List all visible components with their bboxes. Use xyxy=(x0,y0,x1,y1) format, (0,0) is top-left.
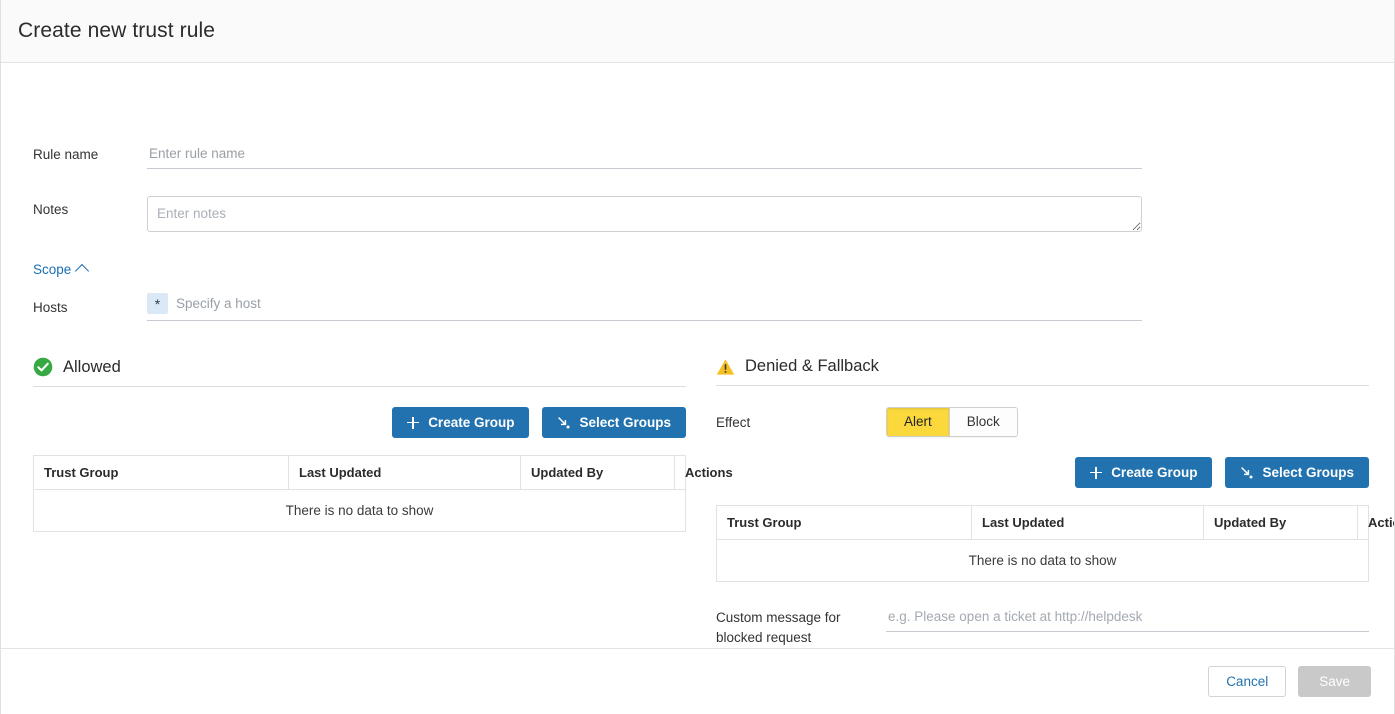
chevron-up-icon xyxy=(75,264,89,278)
select-cursor-icon xyxy=(557,416,570,429)
hosts-field[interactable]: * xyxy=(147,293,1142,321)
select-cursor-icon xyxy=(1240,466,1253,479)
column-updated-by[interactable]: Updated By xyxy=(521,456,675,490)
cancel-button[interactable]: Cancel xyxy=(1208,666,1286,697)
custom-message-input[interactable] xyxy=(886,608,1369,632)
column-last-updated[interactable]: Last Updated xyxy=(289,456,521,490)
page-title: Create new trust rule xyxy=(18,19,215,43)
allowed-select-groups-label: Select Groups xyxy=(579,415,671,430)
check-circle-icon xyxy=(33,357,53,377)
plus-icon xyxy=(407,417,419,429)
rule-name-label: Rule name xyxy=(33,143,147,162)
allowed-select-groups-button[interactable]: Select Groups xyxy=(542,407,686,438)
hosts-row: Hosts * xyxy=(33,293,1142,321)
table-header-row: Trust Group Last Updated Updated By Acti… xyxy=(717,506,1369,540)
column-updated-by[interactable]: Updated By xyxy=(1204,506,1358,540)
column-actions[interactable]: Actions xyxy=(675,456,686,490)
column-trust-group[interactable]: Trust Group xyxy=(717,506,972,540)
warning-triangle-icon xyxy=(716,358,735,376)
table-row: There is no data to show xyxy=(34,490,686,532)
effect-label: Effect xyxy=(716,415,886,430)
denied-panel-header: Denied & Fallback xyxy=(716,357,1369,386)
rule-name-input[interactable] xyxy=(147,143,1142,169)
allowed-panel-header: Allowed xyxy=(33,357,686,387)
custom-message-label: Custom message for blocked request xyxy=(716,608,886,648)
effect-option-alert[interactable]: Alert xyxy=(887,408,949,436)
notes-row: Notes xyxy=(33,196,1142,232)
notes-input[interactable] xyxy=(147,196,1142,232)
effect-button-group: Alert Block xyxy=(886,407,1018,437)
allowed-create-group-button[interactable]: Create Group xyxy=(392,407,529,438)
denied-trust-group-table: Trust Group Last Updated Updated By Acti… xyxy=(716,505,1369,582)
allowed-create-group-label: Create Group xyxy=(428,415,514,430)
effect-option-block[interactable]: Block xyxy=(949,408,1017,436)
allowed-table-empty-text: There is no data to show xyxy=(34,490,686,532)
custom-message-row: Custom message for blocked request xyxy=(716,608,1369,648)
scope-toggle[interactable]: Scope xyxy=(33,262,87,277)
table-row: There is no data to show xyxy=(717,540,1369,582)
denied-panel-title: Denied & Fallback xyxy=(745,357,879,376)
rule-name-row: Rule name xyxy=(33,143,1142,169)
table-header-row: Trust Group Last Updated Updated By Acti… xyxy=(34,456,686,490)
denied-panel: Denied & Fallback Effect Alert Block Cre… xyxy=(716,357,1369,648)
hosts-label: Hosts xyxy=(33,300,147,315)
denied-create-group-label: Create Group xyxy=(1111,465,1197,480)
dialog-header: Create new trust rule xyxy=(1,0,1394,63)
allowed-trust-group-table: Trust Group Last Updated Updated By Acti… xyxy=(33,455,686,532)
scope-label: Scope xyxy=(33,262,71,277)
hosts-input[interactable] xyxy=(176,294,1142,313)
plus-icon xyxy=(1090,467,1102,479)
dialog-body: Rule name Notes Scope Hosts * xyxy=(1,63,1394,648)
denied-select-groups-button[interactable]: Select Groups xyxy=(1225,457,1369,488)
column-last-updated[interactable]: Last Updated xyxy=(972,506,1204,540)
column-trust-group[interactable]: Trust Group xyxy=(34,456,289,490)
denied-panel-actions: Create Group Select Groups xyxy=(716,457,1369,488)
notes-label: Notes xyxy=(33,196,147,217)
column-actions[interactable]: Actions xyxy=(1358,506,1369,540)
allowed-panel: Allowed Create Group Select Groups xyxy=(33,357,686,532)
denied-table-empty-text: There is no data to show xyxy=(717,540,1369,582)
denied-create-group-button[interactable]: Create Group xyxy=(1075,457,1212,488)
effect-row: Effect Alert Block xyxy=(716,407,1369,437)
save-button: Save xyxy=(1298,666,1371,697)
create-trust-rule-dialog: Create new trust rule Rule name Notes Sc… xyxy=(0,0,1395,714)
denied-select-groups-label: Select Groups xyxy=(1262,465,1354,480)
dialog-footer: Cancel Save xyxy=(1,648,1394,714)
allowed-panel-actions: Create Group Select Groups xyxy=(33,407,686,438)
allowed-panel-title: Allowed xyxy=(63,358,121,377)
host-wildcard-chip[interactable]: * xyxy=(147,293,168,314)
